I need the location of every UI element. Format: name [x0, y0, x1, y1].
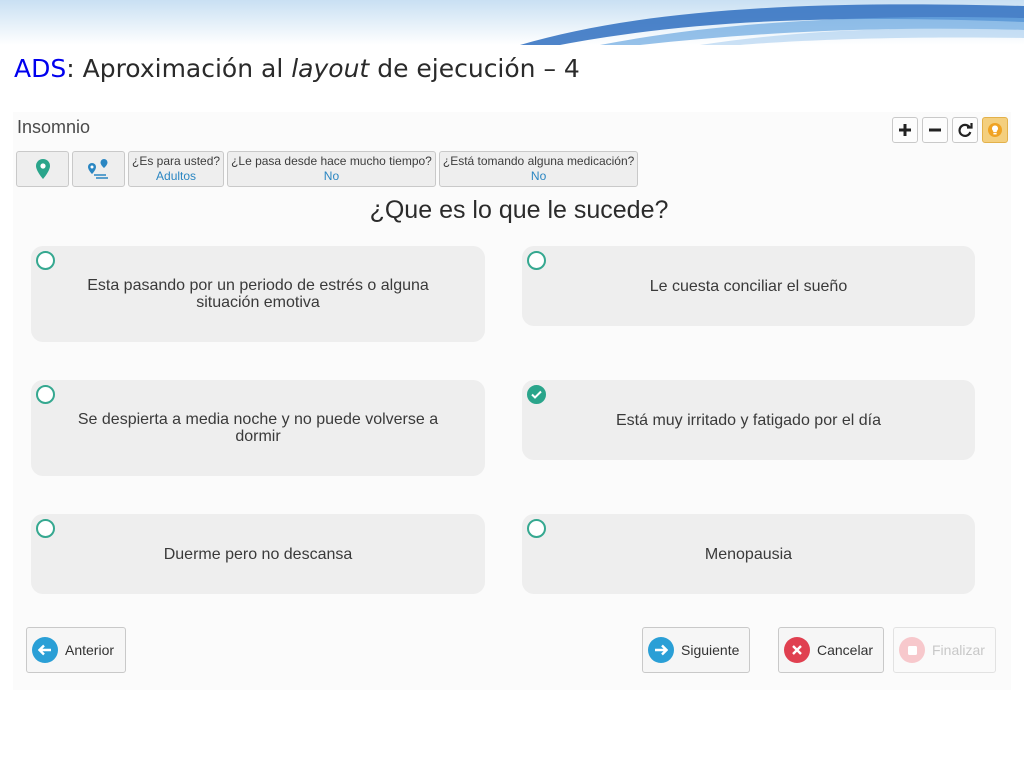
answer-option-selected[interactable]: Está muy irritado y fatigado por el día	[522, 380, 975, 460]
slide-title: ADS: Aproximación al layout de ejecución…	[14, 54, 580, 83]
page-title: Insomnio	[17, 117, 91, 137]
lightbulb-icon	[988, 123, 1002, 137]
filter-answer: Adultos	[156, 169, 197, 183]
arrow-right-icon	[648, 637, 674, 663]
slide-title-suffix: de ejecución – 4	[369, 54, 580, 83]
filter-question: ¿Es para usted?	[132, 154, 221, 168]
slide-title-italic: layout	[291, 54, 370, 83]
refresh-icon	[958, 123, 973, 137]
route-button[interactable]	[72, 151, 125, 187]
filter-for-whom[interactable]: ¿Es para usted? Adultos	[128, 151, 225, 187]
zoom-out-button[interactable]	[922, 117, 948, 143]
answer-option[interactable]: Esta pasando por un periodo de estrés o …	[31, 246, 485, 342]
radio-button[interactable]	[527, 519, 546, 538]
location-pin-icon	[35, 159, 50, 179]
stop-icon	[899, 637, 925, 663]
answer-option[interactable]: Duerme pero no descansa	[31, 514, 485, 594]
filter-duration[interactable]: ¿Le pasa desde hace mucho tiempo? No	[227, 151, 436, 187]
toolbar	[892, 117, 1008, 143]
cancel-label: Cancelar	[817, 642, 874, 658]
finish-button[interactable]: Finalizar	[893, 627, 996, 673]
route-icon	[87, 159, 108, 179]
filter-question: ¿Le pasa desde hace mucho tiempo?	[231, 154, 432, 168]
answer-option[interactable]: Le cuesta conciliar el sueño	[522, 246, 975, 326]
filter-answer: No	[323, 169, 340, 183]
next-label: Siguiente	[681, 642, 740, 658]
hint-button[interactable]	[982, 117, 1008, 143]
refresh-button[interactable]	[952, 117, 978, 143]
radio-button[interactable]	[36, 519, 55, 538]
location-button[interactable]	[16, 151, 69, 187]
next-button[interactable]: Siguiente	[642, 627, 750, 673]
cancel-icon	[784, 637, 810, 663]
checkmark-icon	[531, 390, 542, 399]
option-label: Se despierta a media noche y no puede vo…	[77, 411, 439, 445]
app-screenshot: Insomnio ¿Es para usted? Adultos ¿Le pas…	[13, 112, 1011, 690]
option-label: Duerme pero no descansa	[163, 545, 353, 563]
slide-title-prefix: ADS	[14, 54, 67, 83]
filter-answer: No	[530, 169, 547, 183]
radio-button[interactable]	[527, 251, 546, 270]
option-label: Está muy irritado y fatigado por el día	[615, 411, 882, 429]
arrow-left-icon	[32, 637, 58, 663]
filter-question: ¿Está tomando alguna medicación?	[442, 154, 635, 168]
radio-button[interactable]	[36, 385, 55, 404]
zoom-in-button[interactable]	[892, 117, 918, 143]
minus-icon	[929, 128, 941, 132]
option-label: Le cuesta conciliar el sueño	[649, 277, 848, 295]
plus-icon	[899, 124, 911, 136]
previous-button[interactable]: Anterior	[26, 627, 126, 673]
option-label: Menopausia	[704, 545, 793, 563]
cancel-button[interactable]: Cancelar	[778, 627, 884, 673]
filter-medication[interactable]: ¿Está tomando alguna medicación? No	[438, 151, 639, 187]
option-label: Esta pasando por un periodo de estrés o …	[87, 277, 429, 311]
question-heading: ¿Que es lo que le sucede?	[369, 196, 669, 224]
slide-title-middle: : Aproximación al	[66, 54, 292, 83]
previous-label: Anterior	[65, 642, 115, 658]
radio-button-checked[interactable]	[527, 385, 546, 404]
answer-option[interactable]: Se despierta a media noche y no puede vo…	[31, 380, 485, 476]
answer-option[interactable]: Menopausia	[522, 514, 975, 594]
finish-label: Finalizar	[932, 642, 985, 658]
filter-bar: ¿Es para usted? Adultos ¿Le pasa desde h…	[16, 151, 639, 187]
radio-button[interactable]	[36, 251, 55, 270]
